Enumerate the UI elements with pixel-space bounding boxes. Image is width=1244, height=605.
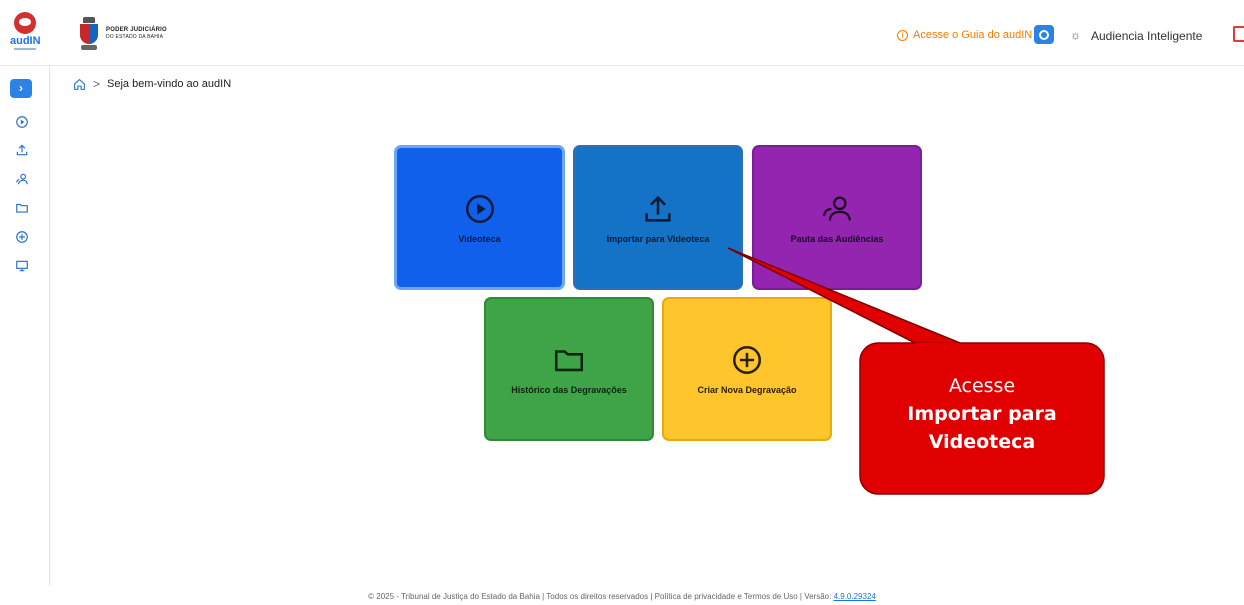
audin-logo-mark: [14, 12, 36, 34]
people-icon: [16, 173, 28, 185]
audin-logo[interactable]: audIN: [10, 12, 41, 54]
sidebar-item-pauta[interactable]: [15, 172, 29, 186]
info-icon: i: [897, 29, 908, 41]
logout-icon[interactable]: [1233, 26, 1244, 42]
footer-text: © 2025 - Tribunal de Justiça do Estado d…: [368, 592, 834, 601]
gear-icon: [1039, 29, 1049, 40]
sidebar-item-videoteca[interactable]: [15, 115, 29, 129]
sidebar: ›: [0, 66, 50, 586]
upload-icon: [16, 144, 28, 156]
tile-videoteca[interactable]: Videoteca: [394, 145, 565, 290]
play-circle-icon: [463, 192, 497, 226]
sidebar-expand-button[interactable]: ›: [10, 79, 32, 98]
sidebar-item-criar[interactable]: [15, 230, 29, 244]
coat-of-arms-icon: [78, 17, 100, 51]
callout-line2: Importar para: [907, 403, 1057, 425]
folder-icon: [552, 343, 586, 377]
guide-link-label: Acesse o Guia do audIN: [913, 29, 1033, 41]
org-name-line2: DO ESTADO DA BAHIA: [106, 34, 164, 40]
breadcrumb: > Seja bem-vindo ao audIN: [73, 77, 231, 91]
tile-label: Criar Nova Degravação: [697, 385, 797, 395]
people-icon: [820, 192, 854, 226]
version-link[interactable]: 4.9.0.29324: [834, 592, 876, 601]
top-header: audIN PODER JUDICIÁRIO DO ESTADO DA BAHI…: [0, 0, 1244, 66]
plus-circle-icon: [730, 343, 764, 377]
tile-label: Videoteca: [458, 233, 501, 244]
audin-logo-text: audIN: [10, 35, 41, 47]
plus-circle-icon: [16, 231, 28, 243]
sidebar-item-historico[interactable]: [15, 201, 29, 215]
org-name-line1: PODER JUDICIÁRIO: [106, 27, 167, 33]
home-icon[interactable]: [73, 78, 86, 91]
sidebar-item-importar[interactable]: [15, 143, 29, 157]
mode-label[interactable]: Audiencia Inteligente: [1091, 29, 1202, 43]
monitor-icon: [16, 260, 28, 272]
settings-button[interactable]: [1034, 25, 1054, 44]
org-logo: PODER JUDICIÁRIO DO ESTADO DA BAHIA: [78, 16, 167, 52]
callout-line3: Videoteca: [928, 431, 1036, 453]
sun-icon[interactable]: ☼: [1070, 29, 1082, 41]
sidebar-item-monitor[interactable]: [15, 259, 29, 273]
callout-text: Acesse Importar para Videoteca: [860, 372, 1104, 456]
tile-label: Pauta das Audiências: [790, 233, 884, 244]
tile-pauta-audiencias[interactable]: Pauta das Audiências: [752, 145, 922, 290]
tile-label: Histórico das Degravações: [511, 385, 627, 395]
tile-criar-degravacao[interactable]: Criar Nova Degravação: [662, 297, 832, 441]
folder-icon: [16, 203, 28, 213]
tile-historico-degravacoes[interactable]: Histórico das Degravações: [484, 297, 654, 441]
callout-line1: Acesse: [948, 375, 1016, 397]
tile-importar-videoteca[interactable]: Importar para Videoteca: [573, 145, 743, 290]
tile-label: Importar para Videoteca: [606, 233, 710, 244]
breadcrumb-separator: >: [93, 77, 101, 91]
footer: © 2025 - Tribunal de Justiça do Estado d…: [0, 592, 1244, 601]
guide-link[interactable]: i Acesse o Guia do audIN: [897, 29, 1032, 41]
breadcrumb-current: Seja bem-vindo ao audIN: [107, 78, 232, 90]
upload-icon: [641, 192, 675, 226]
play-circle-icon: [16, 116, 28, 128]
